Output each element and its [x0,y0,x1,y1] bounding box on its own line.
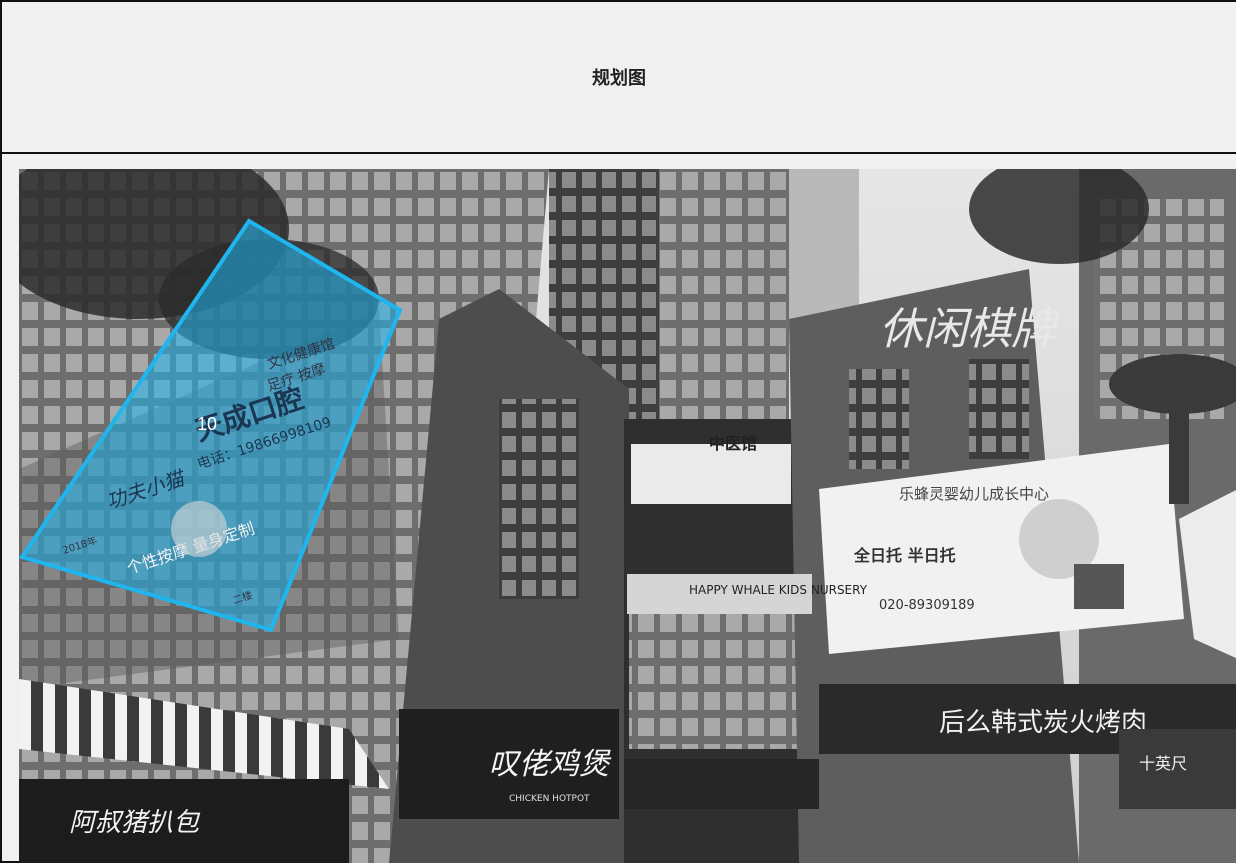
chicken-hotpot-en: CHICKEN HOTPOT [509,794,590,804]
ad-cat-logo [171,501,227,557]
chinese-medicine-sign [631,444,791,504]
nursery-storefront-en: HAPPY WHALE KIDS NURSERY [689,583,868,597]
qr-code [1074,564,1124,609]
chicken-hotpot-sign: 叹佬鸡煲 [489,747,612,782]
middle-building-windows [499,399,579,599]
right-neon-sign: 十英尺 [1139,754,1187,773]
right-building-window-2 [969,359,1029,459]
chess-shop-sign: 休闲棋牌 [879,304,1061,355]
header-bar: 规划图 [2,2,1236,154]
chinese-medicine-text: 中医馆 [709,434,757,453]
pig-shop-sign: 阿叔猪扒包 [69,808,201,838]
center-tower-right [659,169,789,459]
page-frame: 规划图 休闲棋牌 乐蜂灵婴幼儿成长中心 全日托 半日托 020-89309189… [0,0,1236,863]
bbq-sign: 后么韩式炭火烤肉 [939,708,1147,738]
kindergarten-plans: 全日托 半日托 [853,546,956,565]
page-title: 规划图 [592,68,646,89]
kindergarten-title: 乐蜂灵婴幼儿成长中心 [899,485,1049,503]
center-block-windows [629,609,809,749]
bbq-facade-lower [624,759,819,809]
kindergarten-phone: 020-89309189 [879,598,975,613]
street-photo-drawing: 休闲棋牌 乐蜂灵婴幼儿成长中心 全日托 半日托 020-89309189 中医馆… [19,169,1236,863]
street-lamp-pole [1169,384,1189,504]
right-building-window-1 [849,369,909,469]
center-tower-far [789,169,859,329]
street-photo: 休闲棋牌 乐蜂灵婴幼儿成长中心 全日托 半日托 020-89309189 中医馆… [19,169,1236,863]
